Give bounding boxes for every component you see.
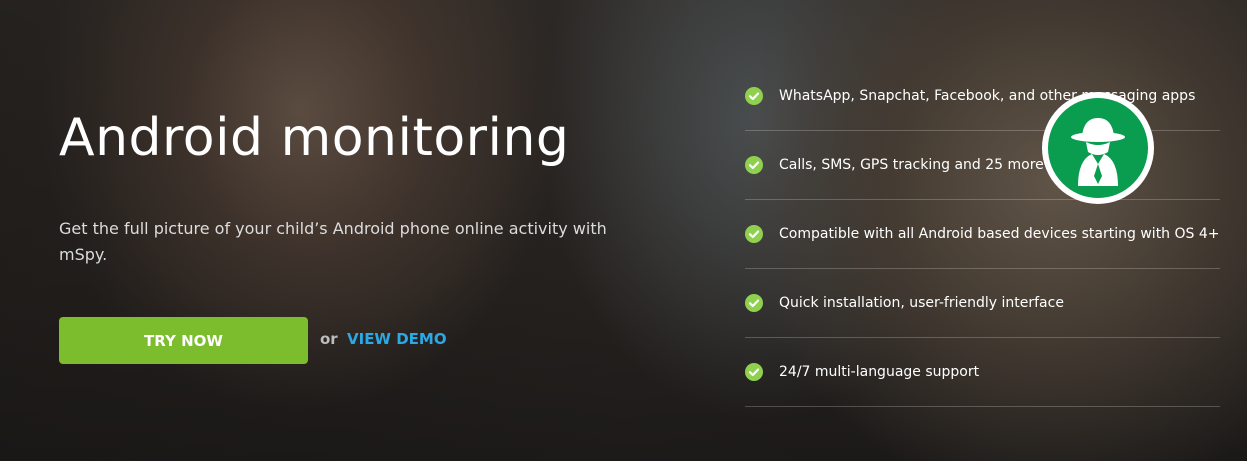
feature-text: Quick installation, user-friendly interf… (779, 294, 1064, 311)
feature-item: 24/7 multi-language support (745, 338, 1220, 407)
feature-item: Quick installation, user-friendly interf… (745, 269, 1220, 338)
feature-list: WhatsApp, Snapchat, Facebook, and other … (745, 62, 1220, 407)
hero-subtitle: Get the full picture of your child’s And… (59, 219, 607, 264)
try-now-button[interactable]: TRY NOW (59, 317, 308, 364)
check-circle-icon (745, 363, 763, 381)
check-circle-icon (745, 87, 763, 105)
view-demo-link[interactable]: VIEW DEMO (347, 330, 447, 348)
feature-text: 24/7 multi-language support (779, 363, 980, 380)
feature-text: Compatible with all Android based device… (779, 225, 1220, 242)
check-circle-icon (745, 156, 763, 174)
feature-text: Calls, SMS, GPS tracking and 25 more (779, 156, 1044, 173)
feature-item: Compatible with all Android based device… (745, 200, 1220, 269)
hero-banner: Android monitoring Get the full picture … (0, 0, 1247, 461)
spy-logo-badge (1042, 92, 1154, 204)
check-circle-icon (745, 225, 763, 243)
or-separator: or (320, 330, 338, 348)
feature-item: WhatsApp, Snapchat, Facebook, and other … (745, 62, 1220, 131)
spy-agent-icon (1048, 98, 1148, 198)
check-circle-icon (745, 294, 763, 312)
page-title: Android monitoring (59, 108, 570, 168)
